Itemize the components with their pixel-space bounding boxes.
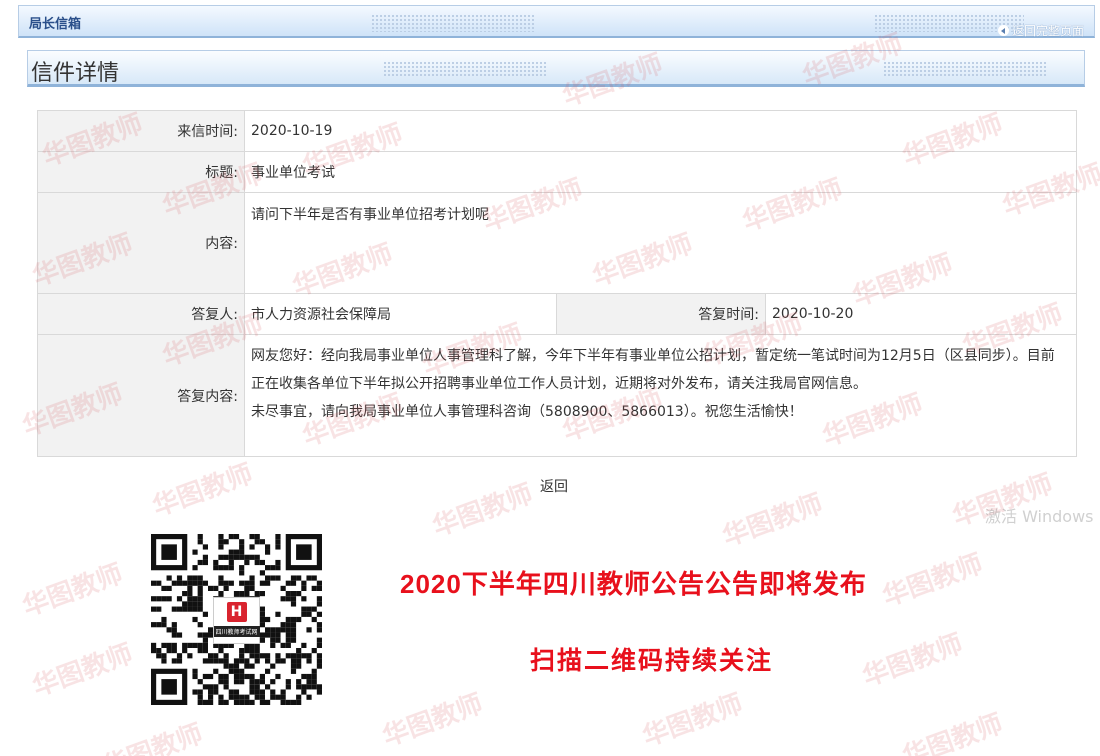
qr-center-logo: H 四川教师考试网 [213, 597, 260, 644]
reply-time-label: 答复时间: [556, 293, 766, 335]
watermark-text: 华图教师 [148, 458, 257, 523]
reply-paragraph: 未尽事宜，请向我局事业单位人事管理科咨询（5808900、5866013）。祝您… [251, 404, 803, 420]
reply-content-label: 答复内容: [37, 334, 245, 457]
letter-detail-table: 来信时间: 2020-10-19 标题: 事业单位考试 内容: 请问下半年是否有… [37, 110, 1077, 457]
table-row: 来信时间: 2020-10-19 [37, 110, 1077, 152]
back-arrow-icon [997, 25, 1009, 36]
watermark-text: 华图教师 [898, 708, 1007, 756]
top-header-bar: 局长信箱 返回完整页面 [18, 5, 1095, 38]
date-value: 2020-10-19 [244, 110, 1077, 152]
brand-logo-icon: H [226, 602, 247, 622]
section-dot-pattern [383, 61, 548, 77]
replier-value: 市人力资源社会保障局 [244, 293, 557, 335]
return-link[interactable]: 返回 [540, 476, 568, 496]
reply-paragraph: 网友您好：经向我局事业单位人事管理科了解，今年下半年有事业单位公招计划，暂定统一… [251, 348, 1055, 392]
watermark-text: 华图教师 [878, 548, 987, 613]
replier-label: 答复人: [37, 293, 245, 335]
watermark-text: 华图教师 [428, 478, 537, 543]
reply-time-value: 2020-10-20 [765, 293, 1077, 335]
watermark-text: 华图教师 [638, 688, 747, 753]
content-value: 请问下半年是否有事业单位招考计划呢 [244, 192, 1077, 294]
qr-caption: 四川教师考试网 [213, 626, 260, 637]
back-to-full-page-link[interactable]: 返回完整页面 [997, 22, 1084, 39]
table-row: 标题: 事业单位考试 [37, 151, 1077, 193]
table-row: 答复人: 市人力资源社会保障局 答复时间: 2020-10-20 [37, 293, 1077, 335]
section-title: 信件详情 [31, 61, 120, 86]
watermark-text: 华图教师 [858, 628, 967, 693]
back-to-full-page-label: 返回完整页面 [1011, 24, 1084, 38]
watermark-text: 华图教师 [718, 488, 827, 553]
promo-headline: 2020下半年四川教师公告公告即将发布 [400, 569, 867, 599]
section-dot-pattern [883, 61, 1048, 77]
header-dot-pattern [371, 14, 536, 32]
section-header-bar: 信件详情 [27, 50, 1085, 87]
subject-label: 标题: [37, 151, 245, 193]
watermark-text: 华图教师 [28, 638, 137, 703]
watermark-text: 华图教师 [98, 718, 207, 756]
date-label: 来信时间: [37, 110, 245, 152]
header-title: 局长信箱 [29, 17, 82, 32]
watermark-text: 华图教师 [378, 688, 487, 753]
subject-value: 事业单位考试 [244, 151, 1077, 193]
content-label: 内容: [37, 192, 245, 294]
table-row: 答复内容: 网友您好：经向我局事业单位人事管理科了解，今年下半年有事业单位公招计… [37, 334, 1077, 457]
windows-activation-text: 激活 Windows [985, 507, 1094, 526]
reply-content-value: 网友您好：经向我局事业单位人事管理科了解，今年下半年有事业单位公招计划，暂定统一… [244, 334, 1077, 457]
watermark-text: 华图教师 [18, 558, 127, 623]
table-row: 内容: 请问下半年是否有事业单位招考计划呢 [37, 192, 1077, 294]
promo-subline: 扫描二维码持续关注 [530, 647, 774, 675]
